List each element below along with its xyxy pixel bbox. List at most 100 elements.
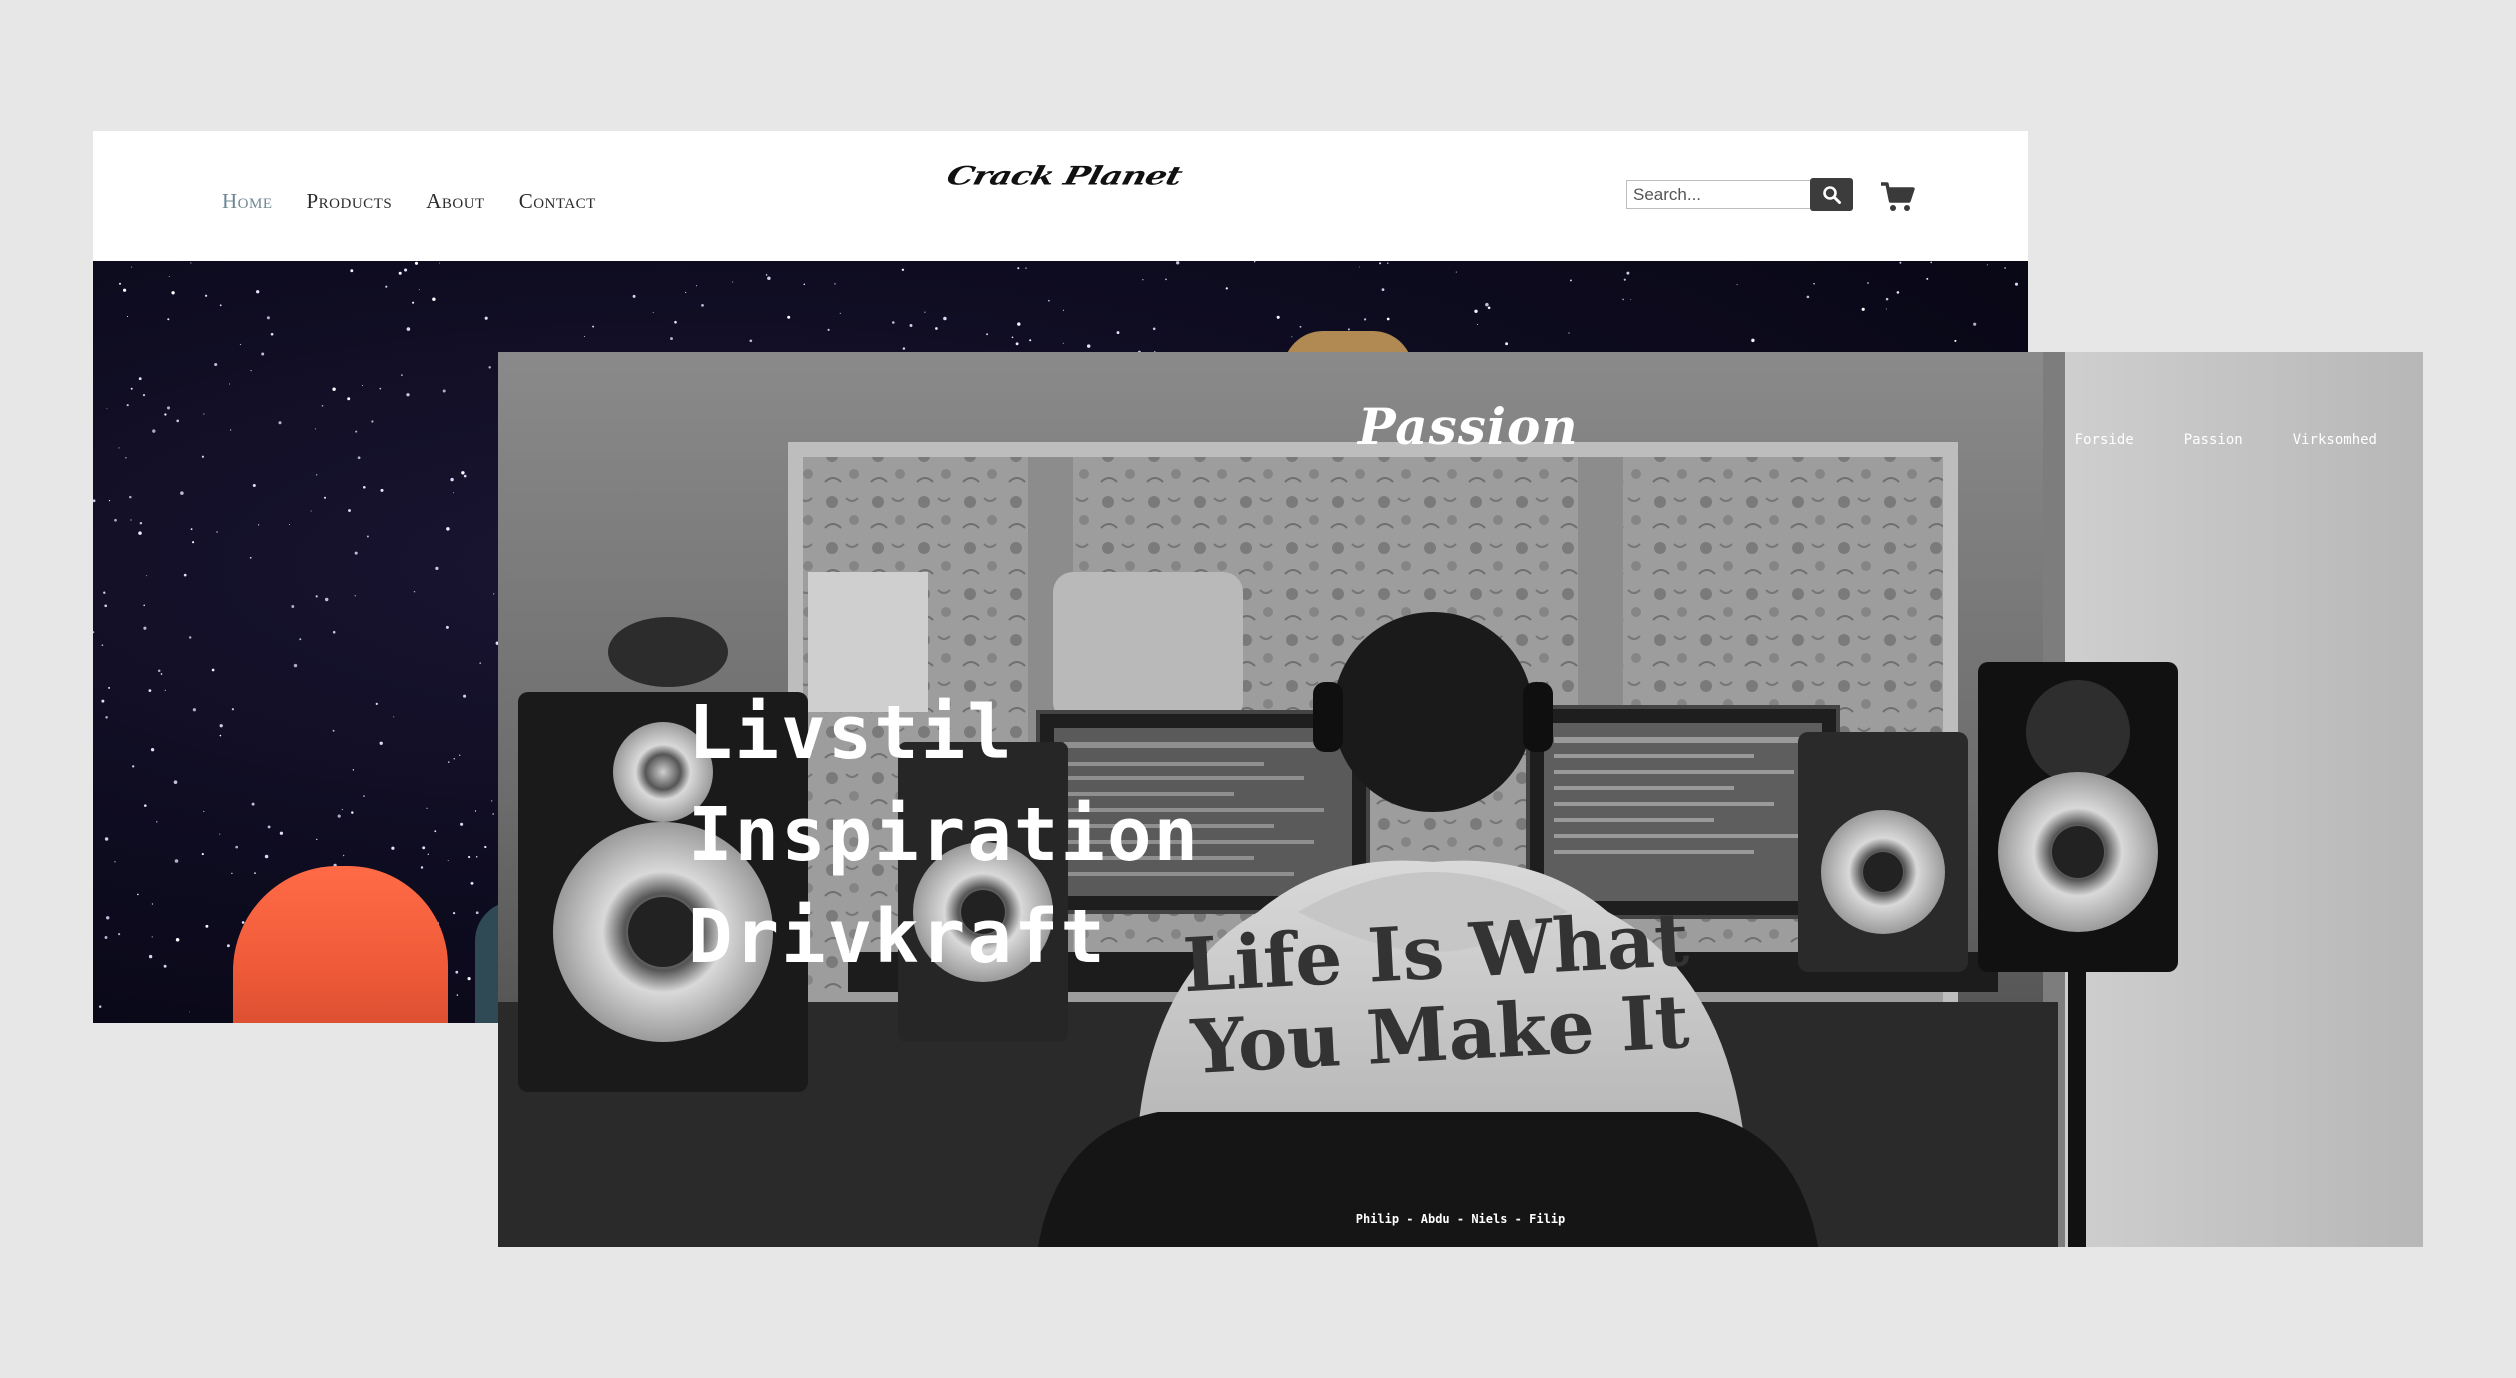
star — [385, 285, 388, 288]
star — [695, 285, 698, 287]
star — [1062, 309, 1065, 311]
star — [1485, 302, 1489, 307]
star — [1568, 332, 1570, 334]
star — [1630, 298, 1632, 300]
star — [1017, 267, 1020, 270]
star — [203, 413, 205, 415]
star — [324, 496, 326, 499]
star — [458, 754, 461, 757]
site-title[interactable]: Passion — [1358, 397, 1579, 456]
nav-passion[interactable]: Passion — [2184, 432, 2243, 448]
nav-contact[interactable]: Contact — [519, 189, 596, 214]
star — [104, 936, 108, 939]
star — [291, 605, 295, 608]
star — [1751, 338, 1755, 343]
star — [204, 294, 208, 297]
star — [1017, 322, 1021, 326]
star — [114, 861, 116, 863]
star — [98, 1005, 102, 1008]
star — [332, 630, 336, 634]
star — [148, 954, 153, 959]
star — [267, 825, 271, 829]
nav-about[interactable]: About — [426, 189, 485, 214]
star — [2014, 282, 2019, 286]
star — [1899, 261, 1902, 264]
star — [455, 970, 459, 974]
star — [251, 802, 255, 806]
star — [256, 290, 260, 294]
star — [1086, 344, 1091, 348]
star — [366, 535, 369, 538]
star — [137, 893, 139, 896]
star — [839, 312, 841, 314]
star — [164, 413, 167, 416]
main-nav: Forside Passion Virksomhed — [2075, 432, 2377, 448]
star — [315, 595, 318, 598]
star — [163, 964, 167, 968]
headline-line-2: Inspiration — [688, 792, 1201, 878]
star — [1048, 299, 1050, 302]
star — [1930, 261, 1933, 264]
search-button[interactable] — [1810, 178, 1853, 211]
star — [1364, 318, 1367, 321]
star — [101, 644, 104, 647]
star — [189, 636, 192, 639]
star — [1973, 322, 1977, 326]
star — [674, 320, 677, 324]
star — [321, 404, 324, 407]
star — [1813, 282, 1815, 285]
headline-line-3: Drivkraft — [688, 894, 1107, 980]
star — [93, 631, 95, 634]
star — [924, 311, 926, 313]
star — [427, 853, 429, 855]
star — [935, 327, 938, 330]
site-logo[interactable]: Crack Planet — [944, 161, 1185, 191]
star — [432, 297, 436, 301]
star — [452, 911, 456, 915]
star — [1896, 291, 1900, 294]
star — [192, 541, 195, 544]
search-input[interactable] — [1626, 180, 1810, 209]
star — [123, 288, 127, 292]
star — [226, 944, 230, 948]
star — [1623, 278, 1626, 281]
nav-products[interactable]: Products — [307, 189, 393, 214]
star — [342, 854, 345, 857]
star — [422, 846, 426, 850]
star — [412, 301, 415, 304]
star — [249, 556, 252, 559]
star — [463, 694, 467, 698]
star — [132, 765, 135, 768]
star — [126, 404, 129, 407]
nav-home[interactable]: Home — [222, 189, 273, 214]
star — [491, 800, 493, 802]
star — [1954, 339, 1957, 342]
star — [1025, 267, 1027, 269]
nav-virksomhed[interactable]: Virksomhed — [2293, 432, 2377, 448]
star — [118, 933, 121, 936]
star — [293, 663, 298, 668]
star — [426, 807, 428, 809]
star — [398, 271, 402, 275]
star — [467, 977, 471, 981]
star — [834, 283, 836, 285]
star — [130, 387, 133, 390]
nav-forside[interactable]: Forside — [2075, 432, 2134, 448]
star — [1299, 325, 1302, 328]
search-form — [1626, 178, 1853, 211]
star — [1477, 323, 1478, 325]
star — [404, 268, 408, 272]
star — [299, 638, 302, 641]
star — [479, 662, 482, 664]
star — [701, 304, 704, 307]
shopping-cart-icon[interactable] — [1880, 181, 1916, 213]
star — [363, 486, 366, 489]
star — [470, 881, 474, 885]
star — [106, 408, 108, 410]
star — [1029, 339, 1032, 342]
star — [732, 281, 734, 283]
star — [670, 337, 673, 341]
star — [205, 924, 209, 928]
star — [118, 447, 120, 449]
star — [203, 810, 205, 812]
